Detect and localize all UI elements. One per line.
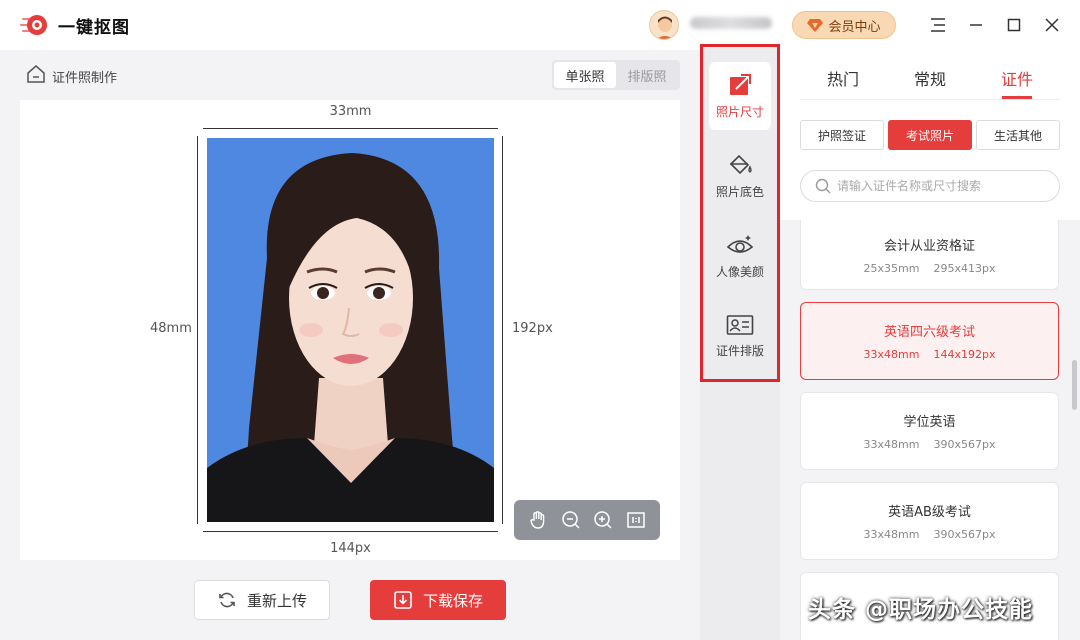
size-item-name: 学位英语: [903, 415, 956, 430]
reupload-label: 重新上传: [246, 591, 307, 610]
hamburger-icon: [931, 18, 945, 32]
height-guide-right: [502, 136, 503, 524]
title-bar: 一键抠图 会员中心: [0, 0, 1080, 50]
size-item-name: 英语四六级考试: [883, 325, 975, 340]
vip-center-button[interactable]: 会员中心: [792, 11, 896, 39]
category-exam-photo[interactable]: 考试照片: [888, 120, 972, 150]
height-px-label: 192px: [512, 321, 553, 336]
size-item-mm: 25x35mm: [863, 261, 920, 275]
user-name-blurred: [690, 17, 772, 29]
pan-tool[interactable]: [526, 508, 550, 532]
close-icon: [1045, 18, 1059, 32]
size-item-px: 295x413px: [933, 261, 996, 275]
size-item-name: 英语AB级考试: [888, 505, 971, 520]
tab-popular[interactable]: 热门: [827, 66, 859, 90]
close-button[interactable]: [1041, 14, 1063, 36]
home-icon[interactable]: [26, 64, 46, 84]
id-photo-preview[interactable]: [207, 138, 494, 522]
maximize-icon: [1007, 18, 1021, 32]
size-tabs: 热门 常规 证件: [800, 58, 1060, 100]
photo-mode-toggle: 单张照 排版照: [552, 60, 680, 90]
user-avatar[interactable]: [649, 10, 679, 40]
active-tab-indicator: [1002, 96, 1032, 99]
size-list: 会计从业资格证 25x35mm 295x413px 英语四六级考试 33x48m…: [780, 220, 1080, 640]
width-guide-top: [203, 128, 498, 129]
category-passport-visa[interactable]: 护照签证: [800, 120, 884, 150]
mode-single-photo[interactable]: 单张照: [554, 62, 616, 88]
avatar-icon: [650, 11, 678, 39]
size-item-px: 144x192px: [933, 348, 996, 361]
tab-regular[interactable]: 常规: [914, 66, 946, 90]
size-item-name: 会计从业资格证: [883, 238, 975, 254]
zoom-in-tool[interactable]: [591, 508, 615, 532]
photo-canvas: 33mm 48mm 192px 144px: [20, 100, 680, 560]
photo-toolbar: [514, 500, 660, 540]
minimize-button[interactable]: [965, 14, 987, 36]
width-px-label: 144px: [330, 541, 371, 556]
highlight-frame: [700, 44, 780, 382]
diamond-icon: [807, 19, 824, 32]
download-icon: [394, 591, 412, 609]
section-title: 证件照制作: [52, 71, 118, 86]
minimize-icon: [970, 24, 982, 26]
portrait-image: [207, 138, 494, 522]
menu-button[interactable]: [927, 14, 949, 36]
mode-layout-photo[interactable]: 排版照: [616, 62, 678, 88]
refresh-icon: [219, 592, 235, 608]
width-mm-label: 33mm: [329, 104, 372, 119]
zoom-out-tool[interactable]: [559, 508, 583, 532]
size-item-english-ab[interactable]: 英语AB级考试 33x48mm 390x567px: [800, 482, 1059, 560]
size-item-px: 390x567px: [933, 438, 996, 451]
search-icon: [815, 178, 831, 194]
width-guide-bottom: [203, 531, 498, 532]
height-mm-label: 48mm: [150, 321, 192, 336]
watermark: 头条 @职场办公技能: [808, 597, 1034, 623]
hand-icon: [530, 511, 545, 529]
size-item-mm: 33x48mm: [863, 348, 920, 361]
actual-size-tool[interactable]: [624, 508, 648, 532]
category-life-other[interactable]: 生活其他: [976, 120, 1060, 150]
app-name: 一键抠图: [58, 18, 130, 38]
size-item-mm: 33x48mm: [863, 528, 920, 541]
zoom-in-icon: [594, 511, 612, 529]
maximize-button[interactable]: [1003, 14, 1025, 36]
size-item-cet[interactable]: 英语四六级考试 33x48mm 144x192px: [800, 302, 1059, 380]
size-item-degree-english[interactable]: 学位英语 33x48mm 390x567px: [800, 392, 1059, 470]
zoom-out-icon: [562, 511, 580, 529]
download-save-label: 下载保存: [422, 591, 483, 610]
actual-size-icon: [627, 512, 645, 528]
download-save-button[interactable]: 下载保存: [370, 580, 506, 620]
reupload-button[interactable]: 重新上传: [194, 580, 330, 620]
editor-header: 证件照制作 单张照 排版照: [20, 58, 680, 94]
size-search-input[interactable]: [837, 179, 1047, 193]
vip-center-label: 会员中心: [828, 19, 881, 35]
size-item-px: 390x567px: [933, 528, 996, 541]
height-guide-left: [197, 136, 198, 524]
list-scrollbar[interactable]: [1072, 360, 1077, 410]
size-item-accounting[interactable]: 会计从业资格证 25x35mm 295x413px: [800, 220, 1059, 290]
size-item-mm: 33x48mm: [863, 438, 920, 451]
tab-certificate[interactable]: 证件: [1001, 66, 1033, 90]
size-search-box: [800, 170, 1060, 202]
app-logo-icon: [20, 15, 47, 35]
